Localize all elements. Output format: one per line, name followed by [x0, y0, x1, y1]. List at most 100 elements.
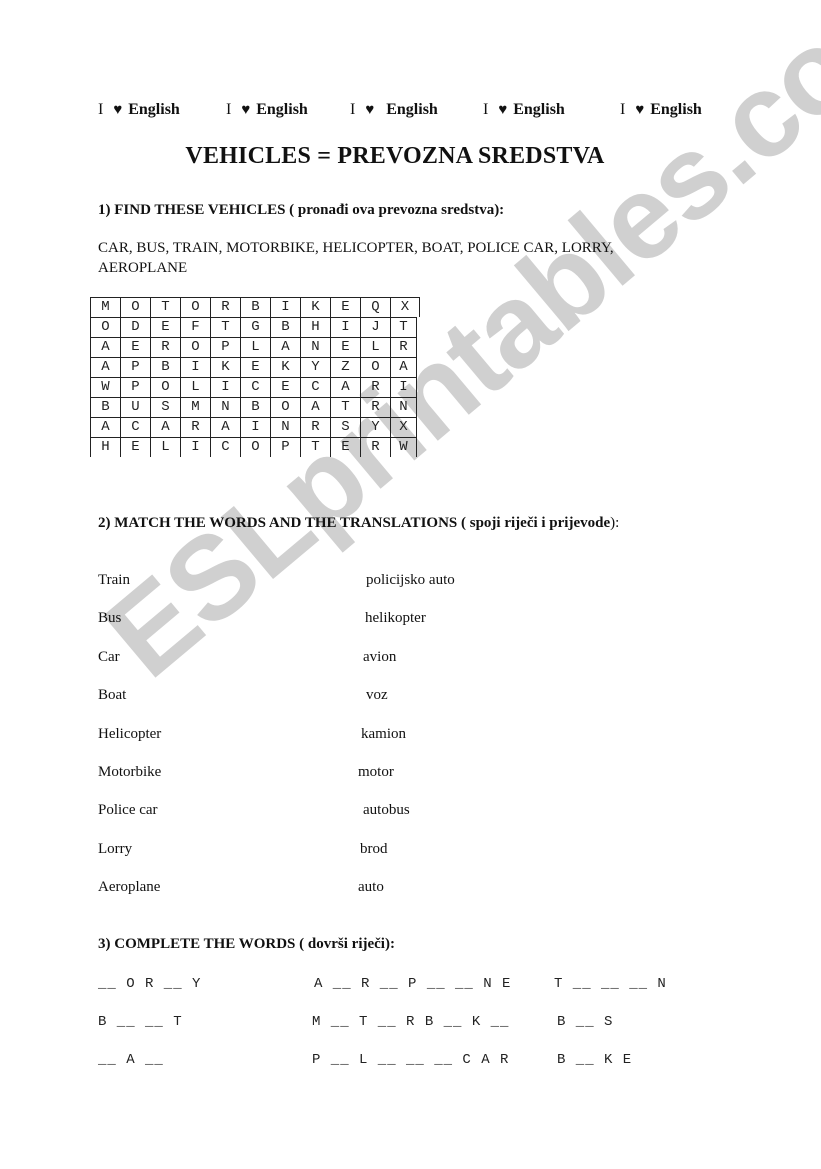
grid-cell: P: [120, 357, 150, 377]
english-word: Train: [98, 572, 130, 588]
incomplete-word: A __ R __ P __ __ N E: [314, 976, 512, 992]
grid-cell: W: [390, 437, 417, 457]
grid-cell: O: [90, 317, 120, 337]
grid-cell: T: [300, 437, 330, 457]
grid-cell: S: [330, 417, 360, 437]
section-3-heading-translation: ( dovrši riječi):: [295, 936, 395, 952]
incomplete-word: __ A __: [98, 1052, 164, 1068]
grid-cell: E: [330, 437, 360, 457]
match-pair: Helicopter kamion: [98, 726, 598, 746]
grid-row: BUSMNBOATRN: [90, 397, 420, 417]
grid-cell: F: [180, 317, 210, 337]
grid-cell: N: [300, 337, 330, 357]
grid-cell: P: [270, 437, 300, 457]
english-word: English: [386, 101, 438, 118]
section-2-heading-text: 2) MATCH THE WORDS AND THE TRANSLATIONS: [98, 515, 458, 531]
grid-cell: J: [360, 317, 390, 337]
english-word: Motorbike: [98, 764, 162, 780]
grid-cell: R: [180, 417, 210, 437]
grid-cell: W: [90, 377, 120, 397]
grid-cell: I: [210, 377, 240, 397]
grid-cell: R: [390, 337, 417, 357]
translation-word: brod: [360, 840, 388, 857]
grid-cell: S: [150, 397, 180, 417]
heart-icon: ♥: [498, 102, 508, 118]
grid-cell: E: [330, 297, 360, 317]
english-word: Aeroplane: [98, 879, 161, 896]
grid-cell: I: [270, 297, 300, 317]
grid-cell: L: [150, 437, 180, 457]
grid-cell: B: [240, 397, 270, 417]
match-pair: Aeroplane auto: [98, 879, 598, 899]
english-word: Helicopter: [98, 725, 162, 742]
i-letter: I: [98, 101, 104, 118]
grid-cell: Y: [300, 357, 330, 377]
grid-cell: N: [270, 417, 300, 437]
translation-word: autobus: [363, 802, 410, 819]
english-word: Bus: [98, 610, 122, 627]
grid-cell: E: [120, 437, 150, 457]
grid-cell: I: [330, 317, 360, 337]
heart-icon: ♥: [241, 102, 251, 118]
grid-cell: T: [150, 297, 180, 317]
section-2-heading-end: ):: [610, 515, 620, 531]
grid-cell: X: [390, 417, 417, 437]
grid-cell: T: [390, 317, 417, 337]
section-1-heading-text: 1) FIND THESE VEHICLES: [98, 202, 286, 218]
grid-cell: B: [270, 317, 300, 337]
grid-cell: R: [360, 437, 390, 457]
grid-cell: O: [180, 297, 210, 317]
grid-cell: K: [300, 297, 330, 317]
grid-cell: E: [270, 377, 300, 397]
section-1-heading: 1) FIND THESE VEHICLES ( pronađi ova pre…: [98, 202, 504, 219]
grid-cell: L: [180, 377, 210, 397]
english-word: Lorry: [98, 840, 133, 857]
section-3-heading-text: 3) COMPLETE THE WORDS: [98, 936, 296, 952]
grid-cell: P: [210, 337, 240, 357]
grid-cell: X: [390, 297, 420, 317]
i-letter: I: [226, 101, 232, 118]
grid-cell: H: [300, 317, 330, 337]
i-letter: I: [483, 101, 489, 118]
translation-word: helikopter: [365, 610, 426, 627]
grid-cell: A: [90, 337, 120, 357]
english-word: English: [650, 101, 702, 118]
grid-cell: E: [330, 337, 360, 357]
heart-icon: ♥: [635, 102, 645, 118]
grid-cell: U: [120, 397, 150, 417]
grid-cell: E: [240, 357, 270, 377]
grid-cell: N: [210, 397, 240, 417]
grid-cell: A: [150, 417, 180, 437]
translation-word: policijsko auto: [366, 572, 455, 588]
grid-row: WPOLICECARI: [90, 377, 420, 397]
grid-cell: I: [390, 377, 417, 397]
section-3-heading: 3) COMPLETE THE WORDS ( dovrši riječi):: [98, 936, 395, 953]
grid-cell: R: [150, 337, 180, 357]
incomplete-word: B __ K E: [557, 1052, 633, 1068]
section-2-heading-translation: ( spoji riječi i prijevode: [457, 515, 611, 531]
match-pair: Motorbike motor: [98, 764, 598, 784]
translation-word: avion: [363, 648, 397, 665]
page-title: VEHICLES = PREVOZNA SREDSTVA: [185, 143, 605, 169]
english-word: English: [128, 101, 180, 118]
heart-icon: ♥: [113, 102, 123, 118]
grid-cell: C: [120, 417, 150, 437]
grid-cell: O: [180, 337, 210, 357]
grid-cell: Y: [360, 417, 390, 437]
worksheet-page: ESLprintables.com I ♥ English I ♥ English I ♥…: [0, 0, 821, 1169]
grid-cell: C: [300, 377, 330, 397]
grid-cell: A: [390, 357, 417, 377]
grid-cell: I: [180, 437, 210, 457]
grid-cell: C: [240, 377, 270, 397]
grid-cell: H: [90, 437, 120, 457]
grid-cell: E: [150, 317, 180, 337]
translation-word: auto: [358, 879, 384, 896]
grid-cell: K: [210, 357, 240, 377]
english-word: Police car: [98, 802, 158, 819]
grid-cell: T: [210, 317, 240, 337]
grid-row: ODEFTGBHIJT: [90, 317, 420, 337]
i-love-english: I ♥ English: [620, 101, 702, 119]
grid-cell: A: [210, 417, 240, 437]
grid-cell: I: [180, 357, 210, 377]
grid-cell: M: [90, 297, 120, 317]
